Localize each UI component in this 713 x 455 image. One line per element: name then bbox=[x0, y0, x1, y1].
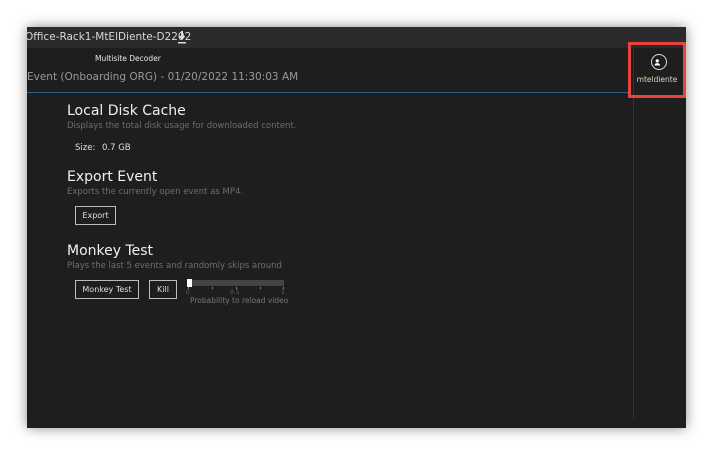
window-title: Office-Rack1-MtElDiente-D2202 bbox=[27, 31, 192, 43]
monkey-test-section: Monkey Test Plays the last 5 events and … bbox=[67, 243, 282, 271]
slider-label: Probability to reload video bbox=[190, 296, 289, 305]
app-window: Office-Rack1-MtElDiente-D2202 Multisite … bbox=[27, 27, 686, 428]
export-button[interactable]: Export bbox=[75, 206, 116, 225]
section-title: Monkey Test bbox=[67, 243, 154, 259]
size-value: 0.7 GB bbox=[102, 143, 131, 153]
section-description: Plays the last 5 events and randomly ski… bbox=[67, 261, 282, 271]
user-button[interactable]: mteldiente bbox=[628, 42, 686, 98]
tick-label: 0 bbox=[186, 289, 190, 296]
section-title: Export Event bbox=[67, 169, 158, 185]
tick-label: 0.5 bbox=[230, 289, 240, 296]
panel-divider bbox=[633, 48, 634, 418]
reload-probability-slider[interactable] bbox=[187, 279, 284, 287]
monkey-test-button[interactable]: Monkey Test bbox=[75, 280, 139, 299]
app-name: Multisite Decoder bbox=[95, 54, 161, 63]
local-disk-cache-section: Local Disk Cache Displays the total disk… bbox=[67, 103, 296, 131]
size-label: Size: bbox=[75, 143, 96, 153]
tick-label: 1 bbox=[281, 289, 285, 296]
username: mteldiente bbox=[636, 75, 678, 84]
slider-thumb[interactable] bbox=[187, 279, 192, 287]
event-title: Event (Onboarding ORG) - 01/20/2022 11:3… bbox=[27, 71, 299, 83]
user-icon bbox=[651, 54, 667, 70]
kill-button[interactable]: Kill bbox=[149, 280, 177, 299]
section-title: Local Disk Cache bbox=[67, 103, 186, 119]
export-event-section: Export Event Exports the currently open … bbox=[67, 169, 243, 197]
title-bar: Office-Rack1-MtElDiente-D2202 bbox=[27, 27, 686, 48]
section-description: Displays the total disk usage for downlo… bbox=[67, 121, 297, 131]
section-description: Exports the currently open event as MP4. bbox=[67, 187, 244, 197]
download-icon[interactable] bbox=[177, 30, 187, 44]
divider bbox=[27, 92, 631, 93]
